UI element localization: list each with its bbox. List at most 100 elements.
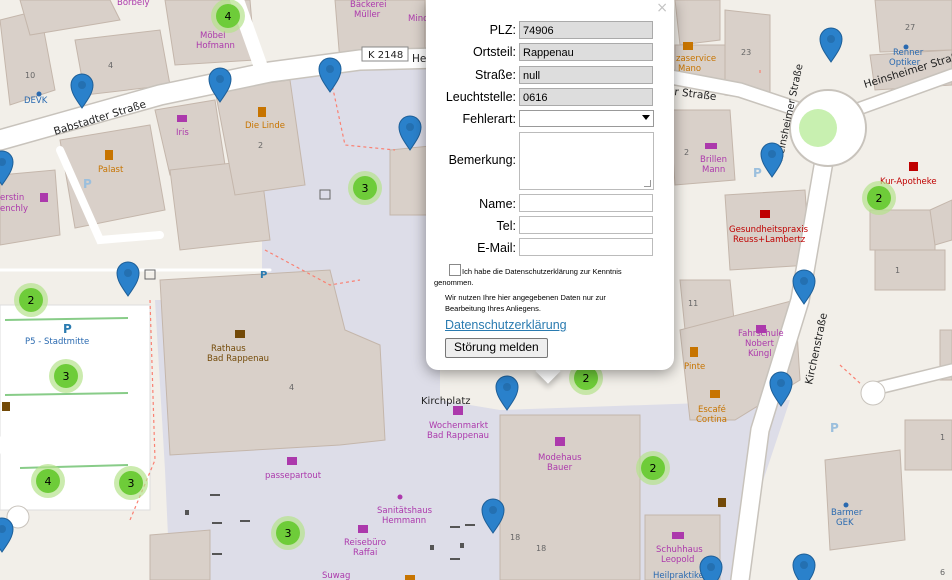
poi-dot-icon (843, 502, 849, 508)
email-input[interactable] (519, 238, 653, 256)
poi-modehaus-2: Bauer (547, 463, 573, 473)
location-marker[interactable] (792, 553, 816, 580)
cluster-count: 4 (45, 475, 52, 488)
house-number: 11 (688, 299, 698, 308)
plz-label: PLZ: (489, 23, 516, 37)
glasses-icon (705, 143, 717, 149)
cluster-count: 3 (63, 370, 70, 383)
name-input[interactable] (519, 194, 653, 212)
poi-brillen-1: Brillen (700, 155, 727, 165)
poi-moebel: Möbel (200, 31, 226, 41)
cluster-marker[interactable]: 3 (348, 171, 382, 205)
dropdown-arrow-icon (642, 115, 650, 120)
poi-pizzaservice-1: zaservice (676, 54, 716, 64)
restaurant-icon (258, 107, 266, 117)
poi-mueller: Müller (354, 10, 381, 20)
bin-icon (185, 510, 189, 515)
cluster-marker[interactable]: 4 (211, 0, 245, 33)
road-shield-k2148: K 2148 (368, 50, 403, 61)
shop-icon (287, 457, 297, 465)
poi-fahrschule-3: Küngl (748, 349, 772, 359)
poi-hofmann: Hofmann (196, 41, 235, 51)
restaurant-icon (105, 150, 113, 160)
fastfood-icon (683, 42, 693, 50)
market-icon (453, 406, 463, 415)
poi-suwag: Suwag (322, 571, 350, 580)
cluster-marker[interactable]: 3 (49, 359, 83, 393)
cluster-count: 2 (28, 294, 35, 307)
cluster-count: 3 (285, 527, 292, 540)
bench-icon (450, 558, 460, 560)
cluster-marker[interactable]: 4 (31, 464, 65, 498)
note-line-2: Bearbeitung Ihres Anliegens. (445, 304, 541, 313)
poi-borbely: Borbely (117, 0, 150, 8)
parking-p-icon: P (753, 166, 762, 180)
poi-enchly: enchly (0, 204, 28, 214)
fastfood-icon (405, 575, 415, 580)
fehlerart-select[interactable] (519, 110, 654, 127)
parking-p-icon: P (260, 270, 267, 281)
bench-icon (450, 526, 460, 528)
poi-rathaus-1: Rathaus (211, 344, 246, 354)
ortsteil-field[interactable]: Rappenau (519, 43, 653, 61)
bench-icon (210, 494, 220, 496)
driving-school-icon (756, 325, 766, 333)
cluster-marker[interactable]: 3 (271, 516, 305, 550)
plz-field[interactable]: 74906 (519, 21, 653, 39)
strasse-label: Straße: (475, 68, 516, 82)
resize-grip-icon[interactable] (644, 180, 651, 187)
townhall-icon (235, 330, 245, 338)
house-number: 4 (108, 61, 113, 70)
parking-p-icon: P (830, 421, 839, 435)
house-number: 10 (25, 71, 35, 80)
house-number: 1 (895, 266, 900, 275)
location-marker[interactable] (699, 555, 723, 580)
strasse-field[interactable]: null (519, 66, 653, 84)
tel-input[interactable] (519, 216, 653, 234)
poi-escafe-1: Escafé (698, 404, 726, 415)
leuchtstelle-label: Leuchtstelle: (445, 90, 516, 104)
poi-optiker: Optiker (889, 58, 921, 68)
popup-close-icon[interactable]: × (656, 0, 668, 16)
bemerkung-textarea[interactable] (519, 132, 654, 190)
poi-dot-icon (36, 91, 42, 97)
bin-icon (460, 543, 464, 548)
ortsteil-label: Ortsteil: (472, 45, 516, 59)
poi-fahrschule-2: Nobert (745, 339, 775, 349)
bar-icon (690, 347, 698, 357)
cluster-count: 2 (876, 192, 883, 205)
poi-heilpraktiker: Heilpraktiker (653, 571, 708, 580)
poi-kirchplatz: Kirchplatz (421, 396, 471, 407)
parking-p-icon: P (83, 177, 92, 191)
pharmacy-icon (909, 162, 918, 171)
hairdresser-icon (40, 193, 48, 202)
house-number: 27 (905, 23, 915, 32)
house-number: 18 (536, 544, 546, 553)
cluster-count: 4 (225, 10, 232, 23)
bin-icon (430, 545, 434, 550)
poi-p5: P5 - Stadtmitte (25, 337, 89, 347)
cluster-marker[interactable]: 2 (636, 451, 670, 485)
poi-wochenmarkt-2: Bad Rappenau (427, 431, 489, 441)
poi-sanitaetshaus-1: Sanitätshaus (377, 506, 433, 516)
cluster-count: 2 (583, 372, 590, 385)
poi-modehaus-1: Modehaus (538, 453, 582, 463)
bench-icon (465, 524, 475, 526)
poi-schuhhaus-1: Schuhhaus (656, 545, 703, 555)
poi-baeckerei: Bäckerei (350, 0, 386, 10)
bench-icon (240, 520, 250, 522)
cluster-marker[interactable]: 2 (862, 181, 896, 215)
leuchtstelle-field[interactable]: 0616 (519, 88, 653, 106)
report-popup: × PLZ: 74906 Ortsteil: Rappenau Straße: … (426, 0, 674, 370)
poi-schuhhaus-2: Leopold (661, 555, 694, 565)
poi-passepartout: passepartout (265, 471, 322, 481)
cluster-marker[interactable]: 2 (14, 283, 48, 317)
cluster-marker[interactable]: 3 (114, 466, 148, 500)
cluster-count: 2 (650, 462, 657, 475)
house-number: 6 (940, 568, 945, 577)
house-number: 23 (741, 48, 751, 57)
privacy-policy-link[interactable]: Datenschutzerklärung (445, 318, 567, 332)
report-fault-button[interactable]: Störung melden (445, 338, 548, 358)
fehlerart-label: Fehlerart: (462, 112, 517, 126)
basket-icon (177, 115, 187, 122)
